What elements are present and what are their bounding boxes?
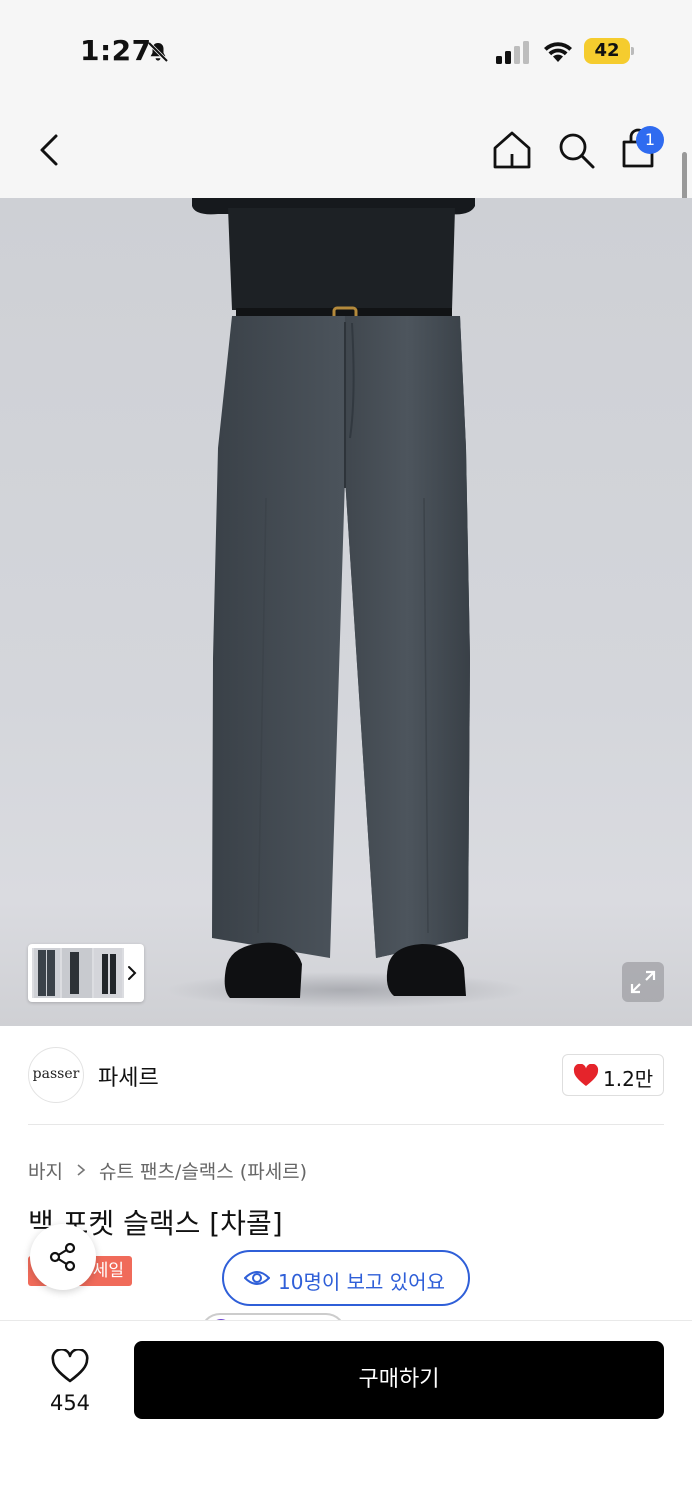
- brand-like-count: 1.2만: [603, 1067, 654, 1091]
- heart-filled-icon: [573, 1064, 599, 1086]
- status-time: 1:27: [80, 34, 152, 67]
- home-icon[interactable]: [490, 128, 534, 172]
- thumbnail-images: [32, 948, 124, 998]
- bottom-action-bar: 454 구매하기: [0, 1320, 692, 1500]
- brand-like-button[interactable]: 1.2만: [562, 1054, 664, 1096]
- product-photo: [166, 198, 526, 1008]
- top-nav: [0, 100, 692, 198]
- chevron-right-icon: [77, 1164, 86, 1176]
- heart-outline-icon: [51, 1349, 89, 1383]
- breadcrumb: 바지 슈트 팬츠/슬랙스 (파세르): [28, 1156, 307, 1184]
- breadcrumb-subcategory[interactable]: 슈트 팬츠/슬랙스 (파세르): [99, 1157, 307, 1184]
- wishlist-count: 454: [49, 1391, 91, 1415]
- share-button[interactable]: [30, 1224, 96, 1290]
- wishlist-button[interactable]: 454: [30, 1345, 110, 1425]
- chevron-right-icon: [128, 966, 137, 980]
- brand-name[interactable]: 파세르: [98, 1060, 159, 1092]
- viewers-count-text: 10명이 보고 있어요: [278, 1270, 445, 1294]
- brand-logo[interactable]: passer: [28, 1047, 84, 1103]
- battery-indicator: 42: [584, 38, 634, 64]
- buy-button[interactable]: 구매하기: [134, 1341, 664, 1419]
- expand-icon: [630, 970, 656, 994]
- share-icon: [49, 1242, 76, 1272]
- cellular-signal-icon: [496, 41, 529, 64]
- thumbnail-strip[interactable]: [28, 944, 144, 1002]
- status-bar: 1:27 42: [0, 0, 692, 100]
- wifi-icon: [544, 42, 572, 62]
- back-arrow-icon[interactable]: [28, 126, 72, 174]
- search-icon[interactable]: [554, 128, 598, 172]
- battery-level: 42: [594, 40, 620, 61]
- battery-cap: [631, 47, 634, 55]
- expand-image-button[interactable]: [622, 962, 664, 1002]
- product-image[interactable]: [0, 198, 692, 1026]
- divider: [28, 1124, 664, 1125]
- brand-row[interactable]: passer 파세르 1.2만: [0, 1026, 692, 1126]
- breadcrumb-category[interactable]: 바지: [28, 1157, 63, 1184]
- eye-icon: [244, 1271, 270, 1285]
- bell-off-icon: [147, 41, 169, 63]
- cart-count-badge: 1: [636, 126, 664, 154]
- viewers-count-pill: 10명이 보고 있어요: [222, 1250, 470, 1306]
